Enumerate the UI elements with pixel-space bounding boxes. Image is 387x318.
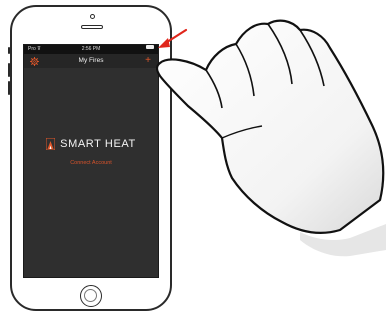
tutorial-illustration: Pro ⊽ 2:56 PM My Fires + SMART HEAT Conn… xyxy=(0,0,387,318)
hand-icon xyxy=(155,19,386,257)
red-arrow-icon xyxy=(158,28,188,48)
pointing-hand-illustration xyxy=(155,19,386,257)
